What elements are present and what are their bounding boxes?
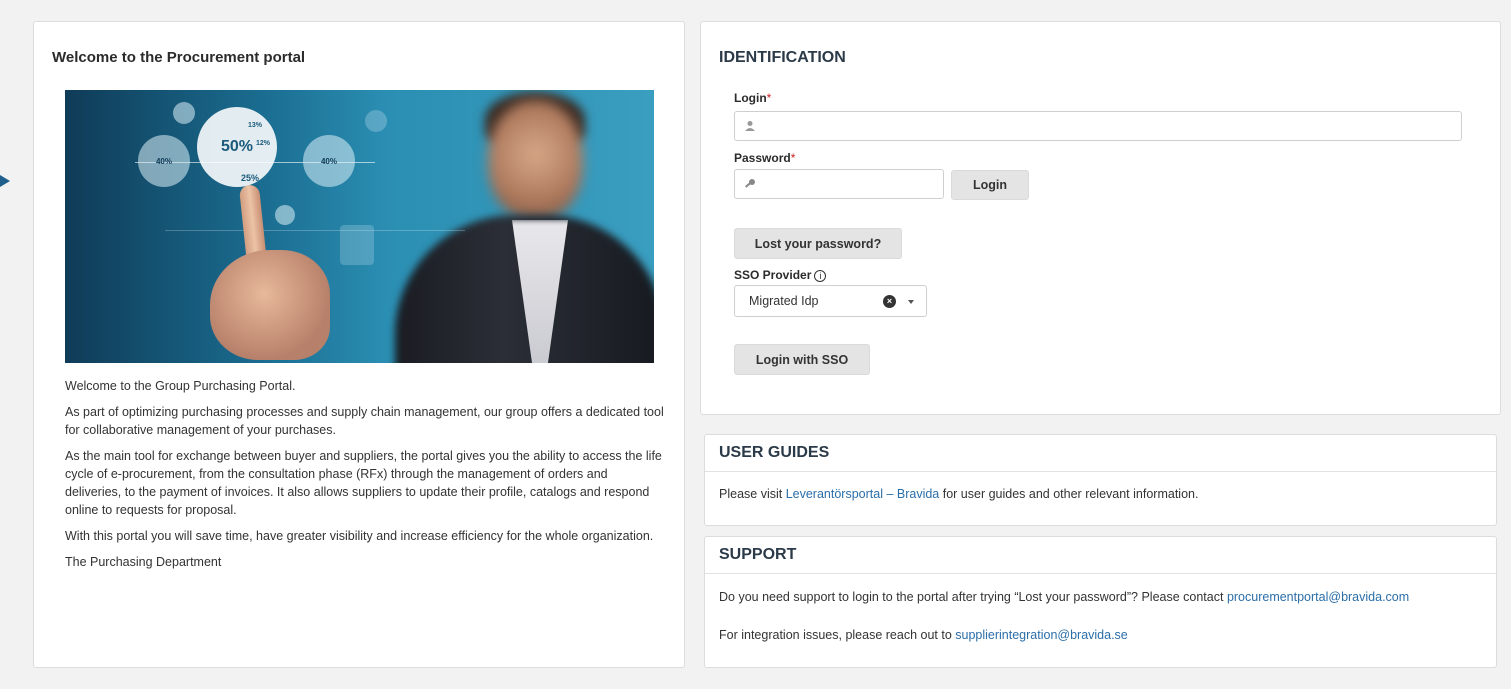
hero-image: 50% 13% 12% 25% 40% 40% [65, 90, 654, 363]
password-input[interactable] [765, 170, 943, 198]
user-guides-text: Please visit Leverantörsportal – Bravida… [719, 487, 1199, 501]
welcome-text: Welcome to the Group Purchasing Portal. … [65, 379, 664, 569]
clear-selection-icon[interactable]: × [883, 295, 896, 308]
leverantorsportal-link[interactable]: Leverantörsportal – Bravida [786, 487, 940, 501]
login-label: Login* [734, 91, 772, 105]
chevron-down-icon[interactable] [908, 300, 914, 304]
identification-card: IDENTIFICATION Login* Password* Login Lo… [700, 21, 1501, 415]
support-title: SUPPORT [719, 546, 797, 563]
welcome-title: Welcome to the Procurement portal [52, 49, 306, 66]
sso-provider-select[interactable]: Migrated Idp × [734, 285, 927, 317]
pointer-arrow-icon [0, 175, 10, 187]
password-field[interactable] [734, 169, 944, 199]
login-button[interactable]: Login [951, 170, 1029, 200]
user-guides-title: USER GUIDES [719, 444, 830, 461]
supplierintegration-email-link[interactable]: supplierintegration@bravida.se [955, 628, 1128, 642]
user-guides-card: USER GUIDES Please visit Leverantörsport… [704, 434, 1497, 526]
password-label: Password* [734, 151, 796, 165]
identification-title: IDENTIFICATION [719, 49, 846, 66]
procurementportal-email-link[interactable]: procurementportal@bravida.com [1227, 590, 1409, 604]
user-icon [743, 119, 757, 133]
login-input[interactable] [765, 112, 1461, 140]
sso-provider-label: SSO Provider i [734, 268, 827, 282]
support-line-1: Do you need support to login to the port… [719, 590, 1410, 604]
login-with-sso-button[interactable]: Login with SSO [734, 344, 870, 375]
support-card: SUPPORT Do you need support to login to … [704, 536, 1497, 668]
support-line-2: For integration issues, please reach out… [719, 628, 1128, 642]
lost-password-button[interactable]: Lost your password? [734, 228, 902, 259]
info-icon[interactable]: i [814, 270, 827, 282]
key-icon [743, 177, 757, 191]
login-field[interactable] [734, 111, 1462, 141]
welcome-card: Welcome to the Procurement portal 50% 13… [33, 21, 685, 668]
